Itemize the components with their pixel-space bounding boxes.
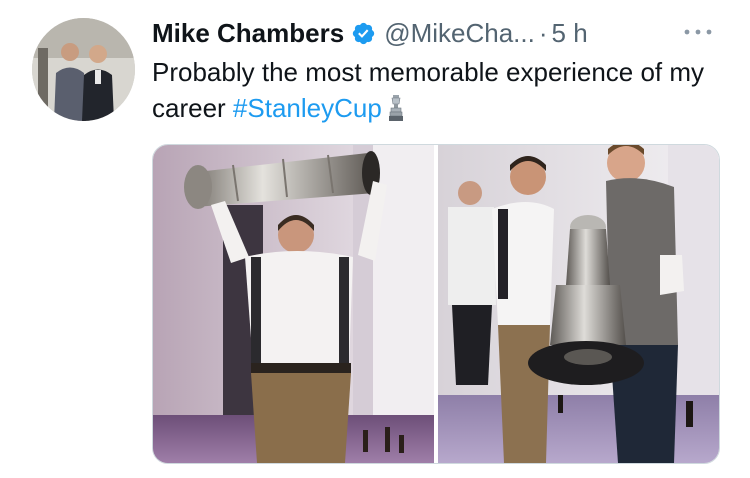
trophy-cup-icon — [388, 94, 404, 121]
author-handle[interactable]: @MikeCha... — [384, 18, 535, 49]
author-name[interactable]: Mike Chambers — [152, 18, 344, 49]
timestamp[interactable]: 5 h — [552, 18, 588, 49]
avatar-photo — [32, 18, 135, 121]
hashtag-link[interactable]: #StanleyCup — [233, 93, 382, 123]
tweet-header: Mike Chambers @MikeCha... · 5 h — [152, 16, 588, 50]
avatar[interactable] — [32, 18, 135, 121]
separator-dot: · — [538, 17, 548, 48]
photo-2[interactable] — [438, 145, 719, 463]
more-horizontal-icon[interactable] — [683, 20, 713, 43]
media-gallery — [152, 144, 720, 464]
verified-badge-icon — [351, 21, 376, 46]
photo-1[interactable] — [153, 145, 434, 463]
tweet-text: Probably the most memorable experience o… — [152, 54, 732, 126]
